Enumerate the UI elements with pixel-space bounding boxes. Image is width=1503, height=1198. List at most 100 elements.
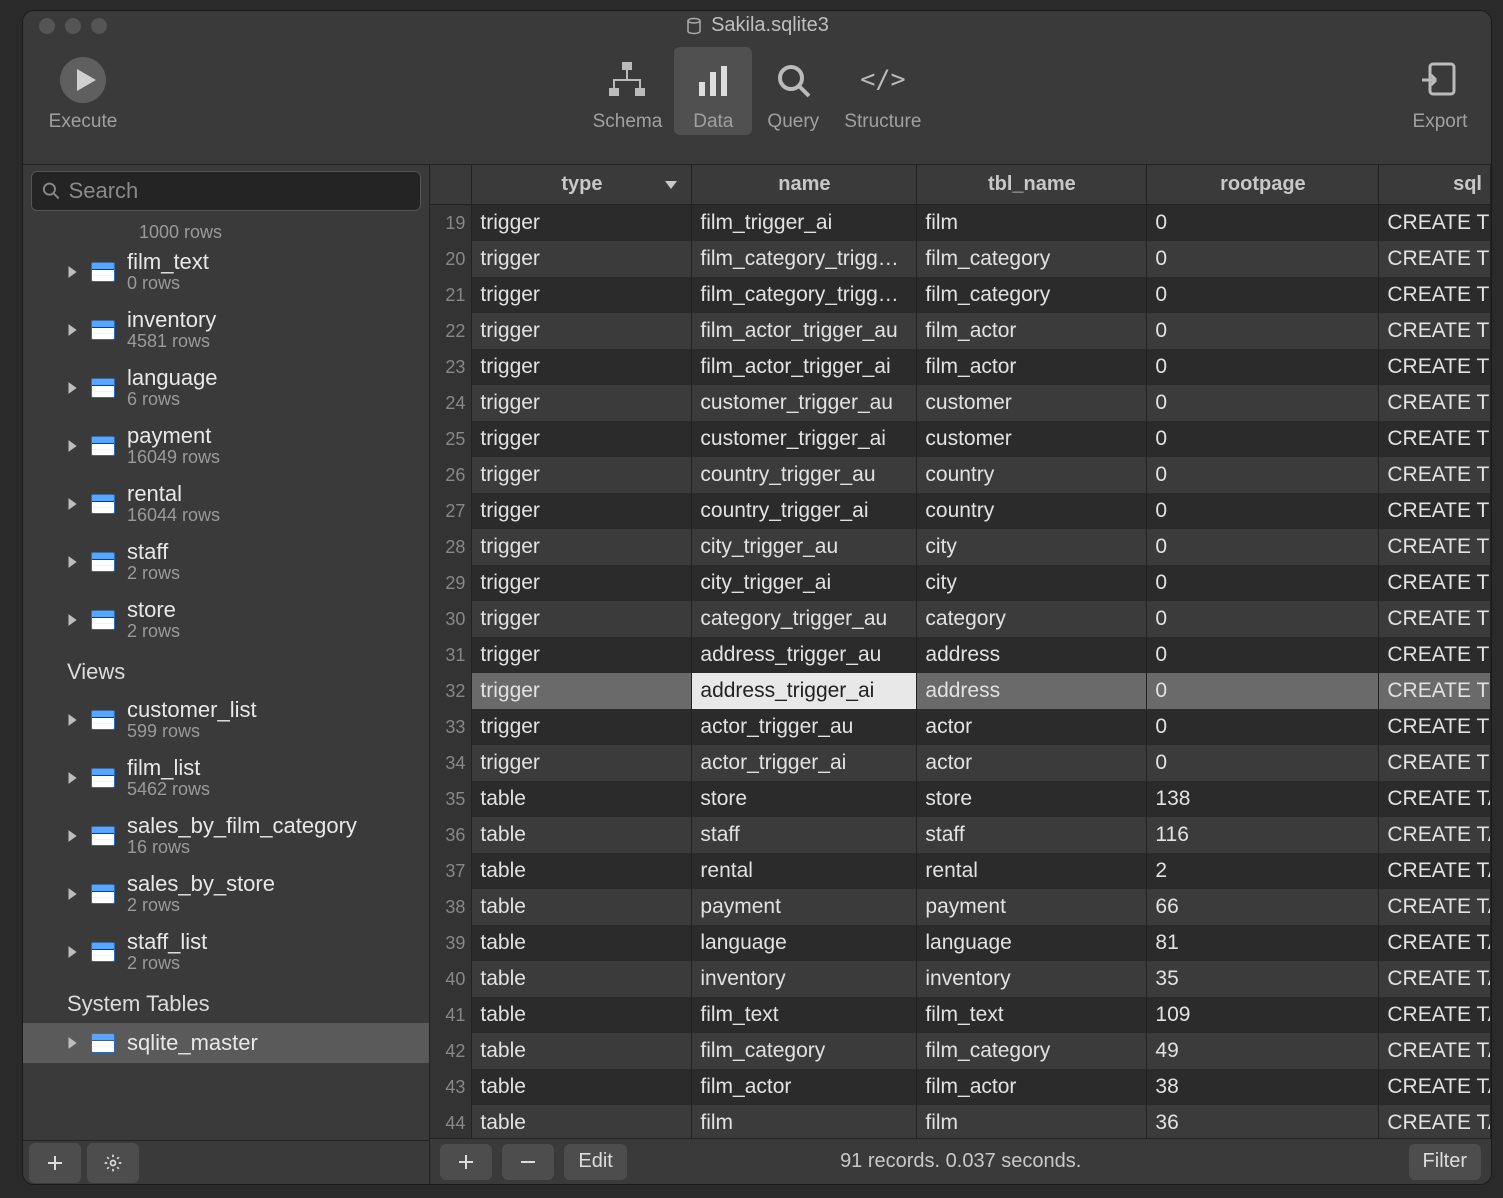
cell-name[interactable]: country_trigger_au <box>692 457 917 493</box>
table-row[interactable]: 21triggerfilm_category_trigg…film_catego… <box>430 277 1491 313</box>
table-row[interactable]: 28triggercity_trigger_aucity0CREATE TR <box>430 529 1491 565</box>
cell-tbl-name[interactable]: city <box>917 529 1147 565</box>
cell-tbl-name[interactable]: film_category <box>917 1033 1147 1069</box>
cell-rootpage[interactable]: 0 <box>1147 673 1379 709</box>
cell-type[interactable]: table <box>472 961 692 997</box>
cell-tbl-name[interactable]: actor <box>917 745 1147 781</box>
table-row[interactable]: 26triggercountry_trigger_aucountry0CREAT… <box>430 457 1491 493</box>
cell-type[interactable]: trigger <box>472 457 692 493</box>
table-row[interactable]: 44tablefilmfilm36CREATE TA <box>430 1105 1491 1138</box>
cell-sql[interactable]: CREATE TA <box>1379 1105 1491 1138</box>
table-row[interactable]: 35tablestorestore138CREATE TA <box>430 781 1491 817</box>
cell-type[interactable]: trigger <box>472 349 692 385</box>
table-row[interactable]: 24triggercustomer_trigger_aucustomer0CRE… <box>430 385 1491 421</box>
cell-tbl-name[interactable]: city <box>917 565 1147 601</box>
cell-type[interactable]: table <box>472 997 692 1033</box>
cell-rootpage[interactable]: 0 <box>1147 457 1379 493</box>
cell-tbl-name[interactable]: address <box>917 637 1147 673</box>
cell-tbl-name[interactable]: actor <box>917 709 1147 745</box>
cell-name[interactable]: city_trigger_au <box>692 529 917 565</box>
cell-type[interactable]: table <box>472 889 692 925</box>
cell-rootpage[interactable]: 0 <box>1147 421 1379 457</box>
cell-tbl-name[interactable]: payment <box>917 889 1147 925</box>
cell-sql[interactable]: CREATE TA <box>1379 997 1491 1033</box>
cell-tbl-name[interactable]: address <box>917 673 1147 709</box>
col-name[interactable]: name <box>692 165 917 204</box>
table-row[interactable]: 20triggerfilm_category_trigg…film_catego… <box>430 241 1491 277</box>
cell-type[interactable]: table <box>472 1033 692 1069</box>
cell-rootpage[interactable]: 138 <box>1147 781 1379 817</box>
cell-name[interactable]: film_category_trigg… <box>692 241 917 277</box>
cell-type[interactable]: trigger <box>472 385 692 421</box>
tab-structure[interactable]: </> Structure <box>834 47 931 135</box>
cell-type[interactable]: table <box>472 1069 692 1105</box>
cell-name[interactable]: country_trigger_ai <box>692 493 917 529</box>
cell-rootpage[interactable]: 0 <box>1147 745 1379 781</box>
cell-rootpage[interactable]: 0 <box>1147 349 1379 385</box>
cell-sql[interactable]: CREATE TA <box>1379 1033 1491 1069</box>
cell-sql[interactable]: CREATE TR <box>1379 709 1491 745</box>
cell-rootpage[interactable]: 0 <box>1147 205 1379 241</box>
cell-tbl-name[interactable]: inventory <box>917 961 1147 997</box>
table-row[interactable]: 40tableinventoryinventory35CREATE TA <box>430 961 1491 997</box>
cell-sql[interactable]: CREATE TR <box>1379 205 1491 241</box>
cell-tbl-name[interactable]: country <box>917 493 1147 529</box>
cell-sql[interactable]: CREATE TA <box>1379 961 1491 997</box>
cell-type[interactable]: trigger <box>472 313 692 349</box>
close-window-icon[interactable] <box>39 18 55 34</box>
cell-name[interactable]: language <box>692 925 917 961</box>
cell-sql[interactable]: CREATE TR <box>1379 565 1491 601</box>
cell-name[interactable]: film_text <box>692 997 917 1033</box>
cell-tbl-name[interactable]: film_category <box>917 241 1147 277</box>
sidebar-item-film_list[interactable]: film_list5462 rows <box>23 749 429 807</box>
cell-type[interactable]: table <box>472 925 692 961</box>
cell-name[interactable]: rental <box>692 853 917 889</box>
col-tbl-name[interactable]: tbl_name <box>917 165 1147 204</box>
cell-tbl-name[interactable]: film_actor <box>917 349 1147 385</box>
sidebar-item-customer_list[interactable]: customer_list599 rows <box>23 691 429 749</box>
table-row[interactable]: 36tablestaffstaff116CREATE TA <box>430 817 1491 853</box>
tab-query[interactable]: Query <box>754 47 832 135</box>
minimize-window-icon[interactable] <box>65 18 81 34</box>
cell-type[interactable]: table <box>472 817 692 853</box>
cell-rootpage[interactable]: 0 <box>1147 277 1379 313</box>
cell-rootpage[interactable]: 0 <box>1147 241 1379 277</box>
cell-sql[interactable]: CREATE TR <box>1379 637 1491 673</box>
cell-rootpage[interactable]: 0 <box>1147 529 1379 565</box>
remove-row-button[interactable] <box>502 1144 554 1180</box>
cell-name[interactable]: city_trigger_ai <box>692 565 917 601</box>
cell-sql[interactable]: CREATE TR <box>1379 277 1491 313</box>
cell-sql[interactable]: CREATE TR <box>1379 385 1491 421</box>
cell-rootpage[interactable]: 36 <box>1147 1105 1379 1138</box>
cell-type[interactable]: table <box>472 853 692 889</box>
cell-sql[interactable]: CREATE TA <box>1379 925 1491 961</box>
cell-type[interactable]: trigger <box>472 601 692 637</box>
cell-name[interactable]: staff <box>692 817 917 853</box>
cell-tbl-name[interactable]: customer <box>917 385 1147 421</box>
col-sql[interactable]: sql <box>1379 165 1491 204</box>
grid-body[interactable]: 19triggerfilm_trigger_aifilm0CREATE TR20… <box>430 205 1491 1138</box>
cell-rootpage[interactable]: 0 <box>1147 313 1379 349</box>
cell-name[interactable]: customer_trigger_au <box>692 385 917 421</box>
cell-sql[interactable]: CREATE TR <box>1379 349 1491 385</box>
cell-name[interactable]: film_category_trigg… <box>692 277 917 313</box>
cell-type[interactable]: trigger <box>472 493 692 529</box>
cell-sql[interactable]: CREATE TR <box>1379 313 1491 349</box>
cell-sql[interactable]: CREATE TR <box>1379 241 1491 277</box>
cell-type[interactable]: table <box>472 1105 692 1138</box>
cell-rootpage[interactable]: 35 <box>1147 961 1379 997</box>
cell-sql[interactable]: CREATE TR <box>1379 421 1491 457</box>
table-row[interactable]: 22triggerfilm_actor_trigger_aufilm_actor… <box>430 313 1491 349</box>
cell-rootpage[interactable]: 81 <box>1147 925 1379 961</box>
cell-name[interactable]: actor_trigger_au <box>692 709 917 745</box>
sidebar-item-staff_list[interactable]: staff_list2 rows <box>23 923 429 981</box>
cell-sql[interactable]: CREATE TR <box>1379 457 1491 493</box>
col-type[interactable]: type <box>472 165 692 204</box>
cell-tbl-name[interactable]: film <box>917 205 1147 241</box>
table-row[interactable]: 25triggercustomer_trigger_aicustomer0CRE… <box>430 421 1491 457</box>
sidebar-item-sales_by_store[interactable]: sales_by_store2 rows <box>23 865 429 923</box>
cell-tbl-name[interactable]: staff <box>917 817 1147 853</box>
cell-rootpage[interactable]: 116 <box>1147 817 1379 853</box>
cell-name[interactable]: payment <box>692 889 917 925</box>
cell-sql[interactable]: CREATE TR <box>1379 493 1491 529</box>
